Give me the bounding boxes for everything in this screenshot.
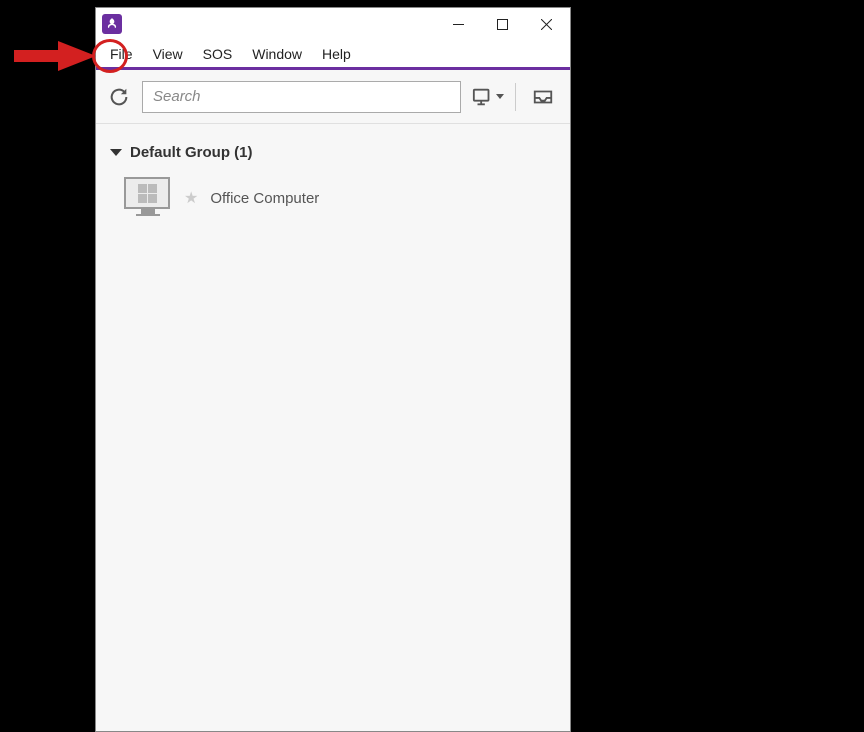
minimize-button[interactable] bbox=[436, 9, 480, 39]
menu-sos[interactable]: SOS bbox=[193, 42, 243, 66]
refresh-button[interactable] bbox=[106, 84, 132, 110]
menu-view[interactable]: View bbox=[143, 42, 193, 66]
favorite-star-icon[interactable]: ★ bbox=[184, 188, 198, 208]
group-title: Default Group (1) bbox=[130, 144, 253, 161]
toolbar bbox=[96, 70, 570, 124]
window-controls bbox=[436, 9, 568, 39]
menu-window[interactable]: Window bbox=[242, 42, 312, 66]
app-window: File View SOS Window Help Default Group … bbox=[95, 7, 571, 732]
titlebar bbox=[96, 8, 570, 40]
menu-help[interactable]: Help bbox=[312, 42, 361, 66]
computer-icon bbox=[124, 177, 172, 219]
toolbar-divider bbox=[515, 83, 516, 111]
inbox-button[interactable] bbox=[526, 81, 560, 113]
annotation-arrow-icon bbox=[8, 37, 96, 75]
content-area: Default Group (1) ★ Office Computer bbox=[96, 124, 570, 731]
display-mode-button[interactable] bbox=[471, 81, 505, 113]
app-logo-icon bbox=[102, 14, 122, 34]
search-input[interactable] bbox=[142, 81, 461, 113]
computer-list-item[interactable]: ★ Office Computer bbox=[106, 163, 560, 229]
chevron-down-icon bbox=[496, 94, 504, 99]
windows-logo-icon bbox=[138, 184, 157, 203]
maximize-button[interactable] bbox=[480, 9, 524, 39]
group-header[interactable]: Default Group (1) bbox=[106, 142, 560, 163]
menubar: File View SOS Window Help bbox=[96, 40, 570, 70]
computer-name: Office Computer bbox=[210, 190, 319, 207]
chevron-down-icon bbox=[110, 149, 122, 156]
close-button[interactable] bbox=[524, 9, 568, 39]
menu-file[interactable]: File bbox=[100, 42, 143, 66]
